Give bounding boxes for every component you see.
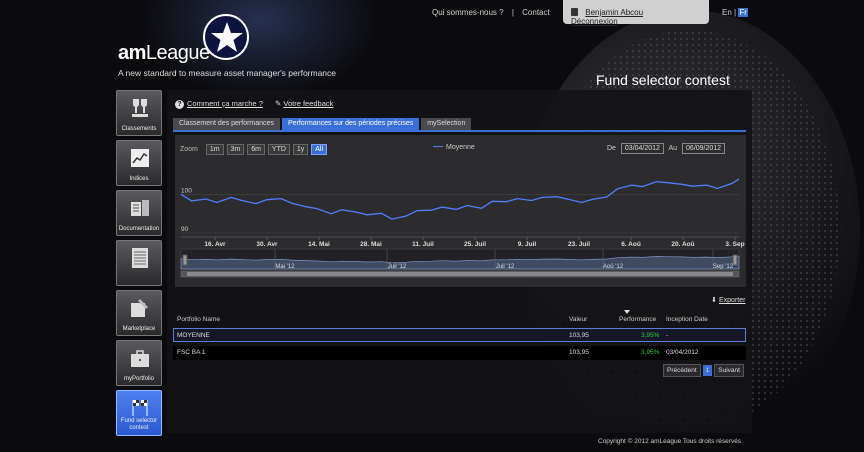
- sidebar-item-classements[interactable]: Classements: [116, 90, 162, 136]
- cell-performance: 3,95%: [641, 349, 660, 356]
- cell-portfolio-name: MOYENNE: [177, 332, 210, 339]
- lock-icon: [571, 8, 578, 16]
- export-link[interactable]: ⬇ Exporter: [711, 296, 745, 304]
- navigator-label: Juil '12: [388, 264, 407, 270]
- x-tick-label: 16. Avr: [204, 241, 226, 248]
- feedback-link[interactable]: Votre feedback: [283, 99, 333, 108]
- newspaper-icon: [132, 248, 148, 268]
- logout-link[interactable]: Déconnexion: [571, 17, 618, 26]
- x-tick-label: 23. Juil: [568, 241, 590, 248]
- x-tick-label: 14. Mai: [308, 241, 330, 248]
- navigator-label: Mai '12: [275, 264, 295, 270]
- col-valeur[interactable]: Valeur: [569, 316, 587, 323]
- tab-performances-periodes[interactable]: Performances sur des périodes précises: [281, 118, 420, 130]
- sidebar-item-documentation[interactable]: Documentation: [116, 190, 162, 236]
- navigator-label: Sep '12: [713, 264, 734, 270]
- trophy-icon: [132, 99, 148, 117]
- tab-myselection[interactable]: mySelection: [421, 118, 472, 130]
- col-inception-date[interactable]: Inception Date: [666, 316, 708, 323]
- pagination: Précédent 1 Suivant: [663, 364, 744, 377]
- x-tick-label: 11. Juil: [412, 241, 434, 248]
- sidebar-item-myportfolio[interactable]: myPortfolio: [116, 340, 162, 386]
- chart-icon: [131, 149, 149, 167]
- sidebar-item-marketplace[interactable]: Marketplace: [116, 290, 162, 336]
- cell-valeur: 103,95: [569, 349, 589, 356]
- sidebar-item-label: myPortfolio: [123, 376, 154, 382]
- cell-inception-date: -: [666, 332, 669, 339]
- cell-portfolio-name: FSC BA 1: [177, 349, 206, 356]
- navigator-label: Aoû '12: [603, 264, 624, 270]
- how-it-works-link[interactable]: Comment ça marche ?: [187, 99, 263, 108]
- export-label: Exporter: [719, 297, 746, 304]
- sidebar-item-indices[interactable]: Indices: [116, 140, 162, 186]
- flags-icon: [132, 400, 148, 416]
- x-tick-label: 28. Mai: [360, 241, 382, 248]
- star-logo-icon: [203, 14, 249, 60]
- about-link[interactable]: Qui sommes-nous ?: [432, 8, 504, 17]
- sidebar-item-label: Indices: [129, 176, 149, 182]
- nav-separator: |: [511, 8, 514, 17]
- question-icon: ?: [175, 100, 184, 109]
- lang-fr[interactable]: Fr: [738, 8, 748, 17]
- help-links: ? Comment ça marche ? ✎ Votre feedback: [175, 99, 343, 109]
- lang-en[interactable]: En: [722, 8, 732, 17]
- cell-inception-date: 03/04/2012: [666, 349, 699, 356]
- col-portfolio-name[interactable]: Portfolio Name: [177, 316, 220, 323]
- x-tick-label: 25. Juil: [464, 241, 486, 248]
- tab-underline: [173, 130, 746, 132]
- next-button[interactable]: Suivant: [714, 364, 744, 377]
- line-chart: 100 90 16. Avr 30. Avr 14. Mai 28. Mai 11. Jui…: [180, 178, 745, 278]
- page-number-button[interactable]: 1: [702, 365, 713, 376]
- sidebar-item-label: Classements: [121, 126, 157, 132]
- x-tick-label: 9. Juil: [518, 241, 537, 248]
- cell-performance: 3,95%: [641, 332, 660, 339]
- chart-container: Zoom 1m 3m 6m YTD 1y All Moyenne De 03/0…: [175, 135, 746, 287]
- table-row[interactable]: FSC BA 1 103,95 3,95% 03/04/2012: [173, 346, 746, 360]
- tab-bar: Classement des performances Performances …: [173, 118, 473, 130]
- logo[interactable]: amLeague: [118, 42, 210, 65]
- contact-link[interactable]: Contact: [522, 8, 550, 17]
- user-box: Benjamin Abcou Déconnexion: [563, 0, 709, 26]
- series-line-moyenne: [180, 178, 740, 220]
- logo-bold: am: [118, 42, 146, 64]
- y-tick-label: 90: [181, 226, 189, 233]
- navigator-right-handle: [732, 254, 738, 266]
- x-tick-label: 3. Sep: [725, 241, 744, 248]
- tagline: A new standard to measure asset manager'…: [118, 68, 337, 78]
- sidebar-item-news[interactable]: [116, 240, 162, 286]
- tab-classement[interactable]: Classement des performances: [173, 118, 280, 130]
- documents-icon: [131, 200, 149, 216]
- navigator-scrollbar-thumb: [187, 272, 733, 276]
- briefcase-icon: [131, 350, 149, 367]
- table-header: Portfolio Name Valeur Performance Incept…: [173, 314, 746, 325]
- sidebar-item-label: Fund selector contest: [120, 418, 158, 431]
- download-icon: ⬇: [711, 297, 717, 304]
- x-tick-label: 6. Aoû: [621, 241, 641, 248]
- x-tick-label: 20. Aoû: [671, 241, 694, 248]
- navigator-left-handle: [182, 254, 188, 266]
- logo-light: League: [145, 42, 210, 64]
- section-title: Fund selector contest: [596, 72, 730, 88]
- top-navigation: Qui sommes-nous ? | Contact: [432, 8, 556, 17]
- cell-valeur: 103,95: [569, 332, 589, 339]
- footer-copyright: Copyright © 2012 amLeague Tous droits ré…: [598, 438, 742, 445]
- pencil-icon: ✎: [274, 99, 282, 108]
- lang-separator: |: [734, 8, 737, 17]
- main-panel: ? Comment ça marche ? ✎ Votre feedback Cl…: [167, 90, 752, 433]
- language-switcher: En | Fr: [722, 8, 748, 17]
- table-row[interactable]: MOYENNE 103,95 3,95% -: [173, 328, 746, 342]
- navigator-label: Juil '12: [496, 264, 515, 270]
- sidebar: Classements Indices Documentation Market…: [116, 90, 162, 440]
- col-performance[interactable]: Performance: [619, 316, 656, 323]
- sidebar-item-label: Marketplace: [122, 326, 156, 332]
- y-tick-label: 100: [181, 187, 192, 194]
- previous-button[interactable]: Précédent: [663, 364, 701, 377]
- x-tick-label: 30. Avr: [256, 241, 278, 248]
- sidebar-item-fund-selector-contest[interactable]: Fund selector contest: [116, 390, 162, 436]
- sidebar-item-label: Documentation: [118, 226, 160, 232]
- marketplace-icon: [131, 299, 148, 317]
- user-name-link[interactable]: Benjamin Abcou: [585, 8, 643, 17]
